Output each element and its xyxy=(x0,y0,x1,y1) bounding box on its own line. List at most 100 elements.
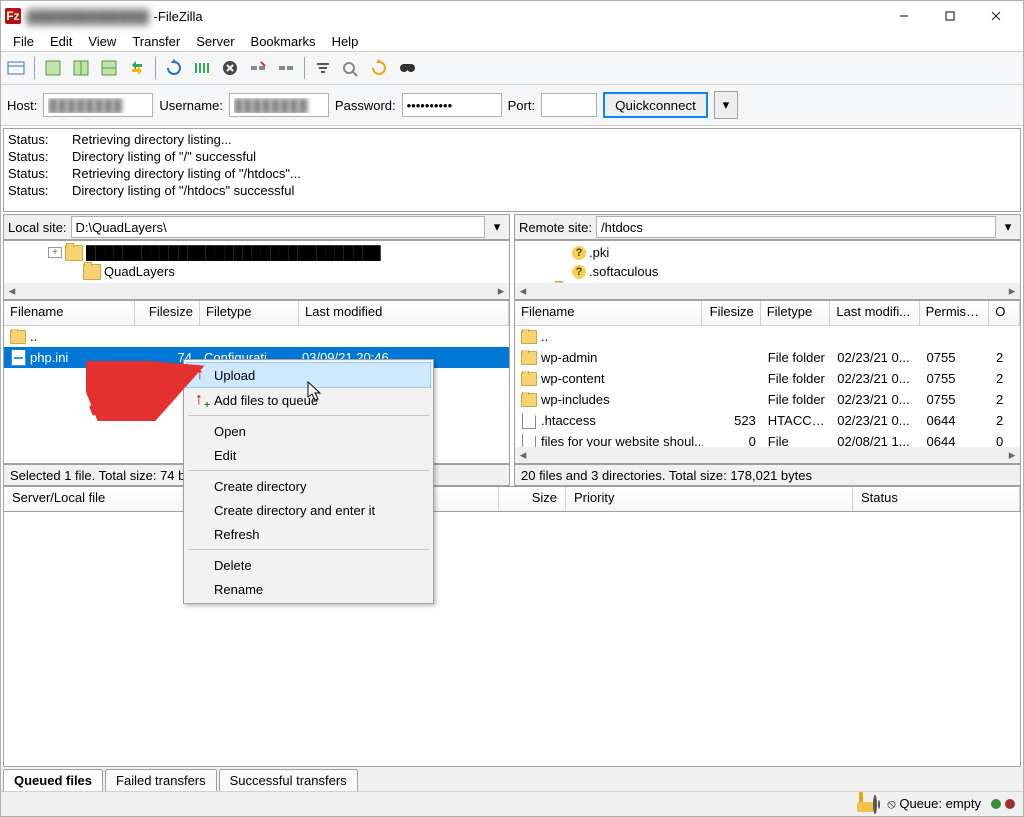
local-site-input[interactable] xyxy=(71,216,485,238)
local-site-dropdown[interactable]: ▾ xyxy=(489,219,505,235)
context-menu-item[interactable]: Create directory and enter it xyxy=(186,498,431,522)
col-modified[interactable]: Last modified xyxy=(299,301,509,325)
log-panel: Status:Retrieving directory listing... S… xyxy=(3,128,1021,212)
menu-server[interactable]: Server xyxy=(188,32,242,51)
list-row[interactable]: wp-adminFile folder02/23/21 0...07552 xyxy=(515,347,1020,368)
log-line: Directory listing of "/htdocs" successfu… xyxy=(72,182,294,199)
log-label: Status: xyxy=(8,131,56,148)
local-tree[interactable]: +████████████████████████████████QuadLay… xyxy=(3,240,510,300)
maximize-button[interactable] xyxy=(927,1,973,31)
context-menu-item[interactable]: Create directory xyxy=(186,474,431,498)
queue-status: ⦸ Queue: empty xyxy=(887,796,981,812)
list-row[interactable]: wp-contentFile folder02/23/21 0...07552 xyxy=(515,368,1020,389)
titlebar-appname: FileZilla xyxy=(158,9,203,24)
col-modified[interactable]: Last modifi... xyxy=(830,301,919,325)
remote-list-body[interactable]: ..wp-adminFile folder02/23/21 0...07552w… xyxy=(515,326,1020,463)
trees-row: +████████████████████████████████QuadLay… xyxy=(1,240,1023,300)
menu-edit[interactable]: Edit xyxy=(42,32,80,51)
tree-item[interactable]: QuadLayers xyxy=(6,262,507,281)
queue-tabs: Queued files Failed transfers Successful… xyxy=(1,767,1023,791)
titlebar-host: ████████████ xyxy=(27,9,150,24)
toggle-queue-button[interactable] xyxy=(96,55,122,81)
site-row: Local site: ▾ Remote site: ▾ xyxy=(1,214,1023,240)
queue-body[interactable] xyxy=(3,512,1021,767)
minimize-button[interactable] xyxy=(881,1,927,31)
context-menu-item[interactable]: Rename xyxy=(186,577,431,601)
settings-icon[interactable] xyxy=(873,797,877,812)
app-window: Fz ████████████ - FileZilla File Edit Vi… xyxy=(0,0,1024,817)
autoscroll-button[interactable] xyxy=(366,55,392,81)
context-menu-item[interactable]: Edit xyxy=(186,443,431,467)
tree-item[interactable]: ?.pki xyxy=(517,243,1018,262)
col-filename[interactable]: Filename xyxy=(4,301,135,325)
col-filesize[interactable]: Filesize xyxy=(135,301,200,325)
list-row[interactable]: .. xyxy=(4,326,509,347)
refresh-button[interactable] xyxy=(161,55,187,81)
col-filename[interactable]: Filename xyxy=(515,301,702,325)
filter-button[interactable] xyxy=(310,55,336,81)
queue-col-size[interactable]: Size xyxy=(499,487,566,511)
menu-bookmarks[interactable]: Bookmarks xyxy=(243,32,324,51)
log-label: Status: xyxy=(8,182,56,199)
disconnect-button[interactable] xyxy=(245,55,271,81)
search-button[interactable] xyxy=(394,55,420,81)
sync-browse-button[interactable] xyxy=(124,55,150,81)
compare-button[interactable] xyxy=(338,55,364,81)
host-label: Host: xyxy=(7,98,37,113)
col-filesize[interactable]: Filesize xyxy=(702,301,761,325)
context-menu-item[interactable]: ↑Add files to queue xyxy=(186,388,431,412)
close-button[interactable] xyxy=(973,1,1019,31)
titlebar: Fz ████████████ - FileZilla xyxy=(1,1,1023,31)
tab-successful[interactable]: Successful transfers xyxy=(219,769,358,791)
col-filetype[interactable]: Filetype xyxy=(761,301,831,325)
username-input[interactable] xyxy=(229,93,329,117)
remote-list-header: Filename Filesize Filetype Last modifi..… xyxy=(515,301,1020,326)
remote-tree[interactable]: ?.pki?.softaculous+htdocs◂▸ xyxy=(514,240,1021,300)
port-label: Port: xyxy=(508,98,535,113)
toolbar xyxy=(1,51,1023,85)
remote-site-dropdown[interactable]: ▾ xyxy=(1000,219,1016,235)
context-menu-item[interactable]: Delete xyxy=(186,553,431,577)
toggle-log-button[interactable] xyxy=(40,55,66,81)
port-input[interactable] xyxy=(541,93,597,117)
site-manager-button[interactable] xyxy=(3,55,29,81)
tree-item[interactable]: +████████████████████████████████ xyxy=(6,243,507,262)
quickconnect-button[interactable]: Quickconnect xyxy=(603,92,708,118)
local-list-header: Filename Filesize Filetype Last modified xyxy=(4,301,509,326)
quickconnect-bar: Host: Username: Password: Port: Quickcon… xyxy=(1,85,1023,126)
cancel-button[interactable] xyxy=(217,55,243,81)
queue-col-server[interactable]: Server/Local file xyxy=(4,487,186,511)
tab-queued[interactable]: Queued files xyxy=(3,769,103,791)
process-queue-button[interactable] xyxy=(189,55,215,81)
local-site-label: Local site: xyxy=(8,220,67,235)
tab-failed[interactable]: Failed transfers xyxy=(105,769,217,791)
menu-help[interactable]: Help xyxy=(324,32,367,51)
queue-col-status[interactable]: Status xyxy=(853,487,1020,511)
list-row[interactable]: .. xyxy=(515,326,1020,347)
queue-col-priority[interactable]: Priority xyxy=(566,487,853,511)
password-input[interactable] xyxy=(402,93,502,117)
menubar: File Edit View Transfer Server Bookmarks… xyxy=(1,31,1023,51)
quickconnect-dropdown[interactable]: ▾ xyxy=(714,91,738,119)
toggle-tree-button[interactable] xyxy=(68,55,94,81)
remote-site-input[interactable] xyxy=(596,216,996,238)
context-menu-item[interactable]: Refresh xyxy=(186,522,431,546)
reconnect-button[interactable] xyxy=(273,55,299,81)
local-site-bar: Local site: ▾ xyxy=(3,214,510,240)
list-row[interactable]: .htaccess523HTACCE...02/23/21 0...06442 xyxy=(515,410,1020,431)
tree-item[interactable]: ?.softaculous xyxy=(517,262,1018,281)
list-row[interactable]: wp-includesFile folder02/23/21 0...07552 xyxy=(515,389,1020,410)
remote-site-label: Remote site: xyxy=(519,220,592,235)
context-menu-item[interactable]: ↑Upload xyxy=(186,362,431,388)
menu-view[interactable]: View xyxy=(80,32,124,51)
host-input[interactable] xyxy=(43,93,153,117)
col-permissions[interactable]: Permissi... xyxy=(920,301,990,325)
context-menu-item[interactable]: Open xyxy=(186,419,431,443)
log-line: Directory listing of "/" successful xyxy=(72,148,256,165)
context-menu: ↑Upload↑Add files to queue OpenEdit Create… xyxy=(183,359,434,604)
col-owner[interactable]: O xyxy=(989,301,1020,325)
app-icon: Fz xyxy=(5,8,21,24)
menu-file[interactable]: File xyxy=(5,32,42,51)
col-filetype[interactable]: Filetype xyxy=(200,301,299,325)
menu-transfer[interactable]: Transfer xyxy=(124,32,188,51)
